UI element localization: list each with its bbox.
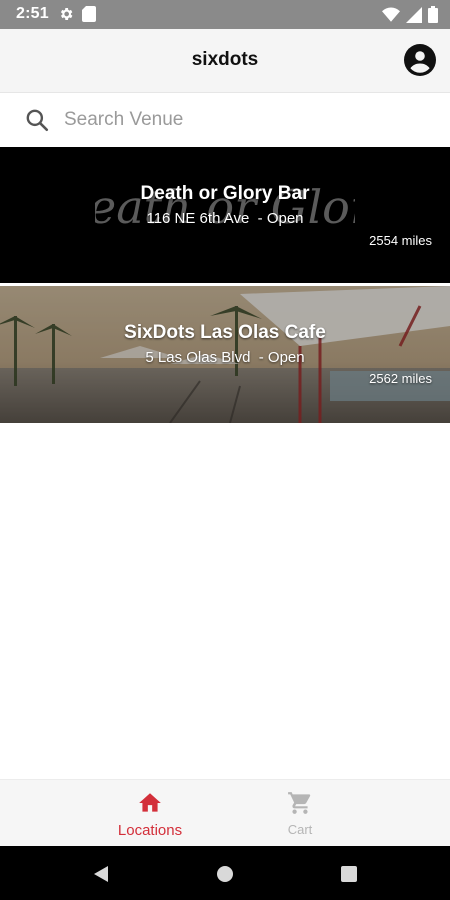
settings-icon (60, 8, 73, 20)
nav-item-locations[interactable]: Locations (90, 790, 210, 839)
status-time: 2:51 (16, 5, 49, 22)
search-icon[interactable] (24, 107, 50, 133)
profile-button[interactable] (404, 44, 436, 76)
venue-distance: 2554 miles (369, 233, 432, 248)
status-left-icons (58, 6, 96, 22)
signal-icon (406, 6, 422, 23)
venue-name: Death or Glory Bar (140, 183, 310, 204)
home-button-icon[interactable] (214, 863, 236, 885)
wifi-icon (382, 7, 400, 22)
back-icon[interactable] (90, 863, 112, 885)
nav-label-locations: Locations (117, 822, 183, 839)
search-bar (0, 93, 450, 147)
venue-card[interactable]: SixDots Las Olas Cafe 5 Las Olas Blvd - … (0, 286, 450, 423)
venue-name: SixDots Las Olas Cafe (124, 322, 326, 343)
battery-icon (428, 6, 438, 23)
venue-distance: 2562 miles (369, 371, 432, 386)
home-icon (139, 793, 161, 812)
venue-address: 116 NE 6th Ave - Open (146, 210, 304, 227)
cart-icon (288, 792, 311, 814)
venue-card[interactable]: Death or Glory Death or Glory Bar 116 NE… (0, 147, 450, 283)
nav-label-cart: Cart (287, 822, 313, 837)
venue-address: 5 Las Olas Blvd - Open (145, 349, 305, 366)
recent-apps-icon[interactable] (338, 863, 360, 885)
app-title: sixdots (191, 49, 259, 70)
status-right-icons (382, 6, 438, 23)
bottom-nav: Locations Cart (0, 779, 450, 846)
nav-item-cart[interactable]: Cart (240, 790, 360, 837)
app-bar: sixdots (0, 29, 450, 93)
system-nav-bar (0, 846, 450, 900)
search-input[interactable] (64, 105, 424, 135)
status-bar: 2:51 (0, 0, 450, 29)
sd-card-icon (82, 6, 96, 22)
account-circle-icon (404, 44, 436, 76)
